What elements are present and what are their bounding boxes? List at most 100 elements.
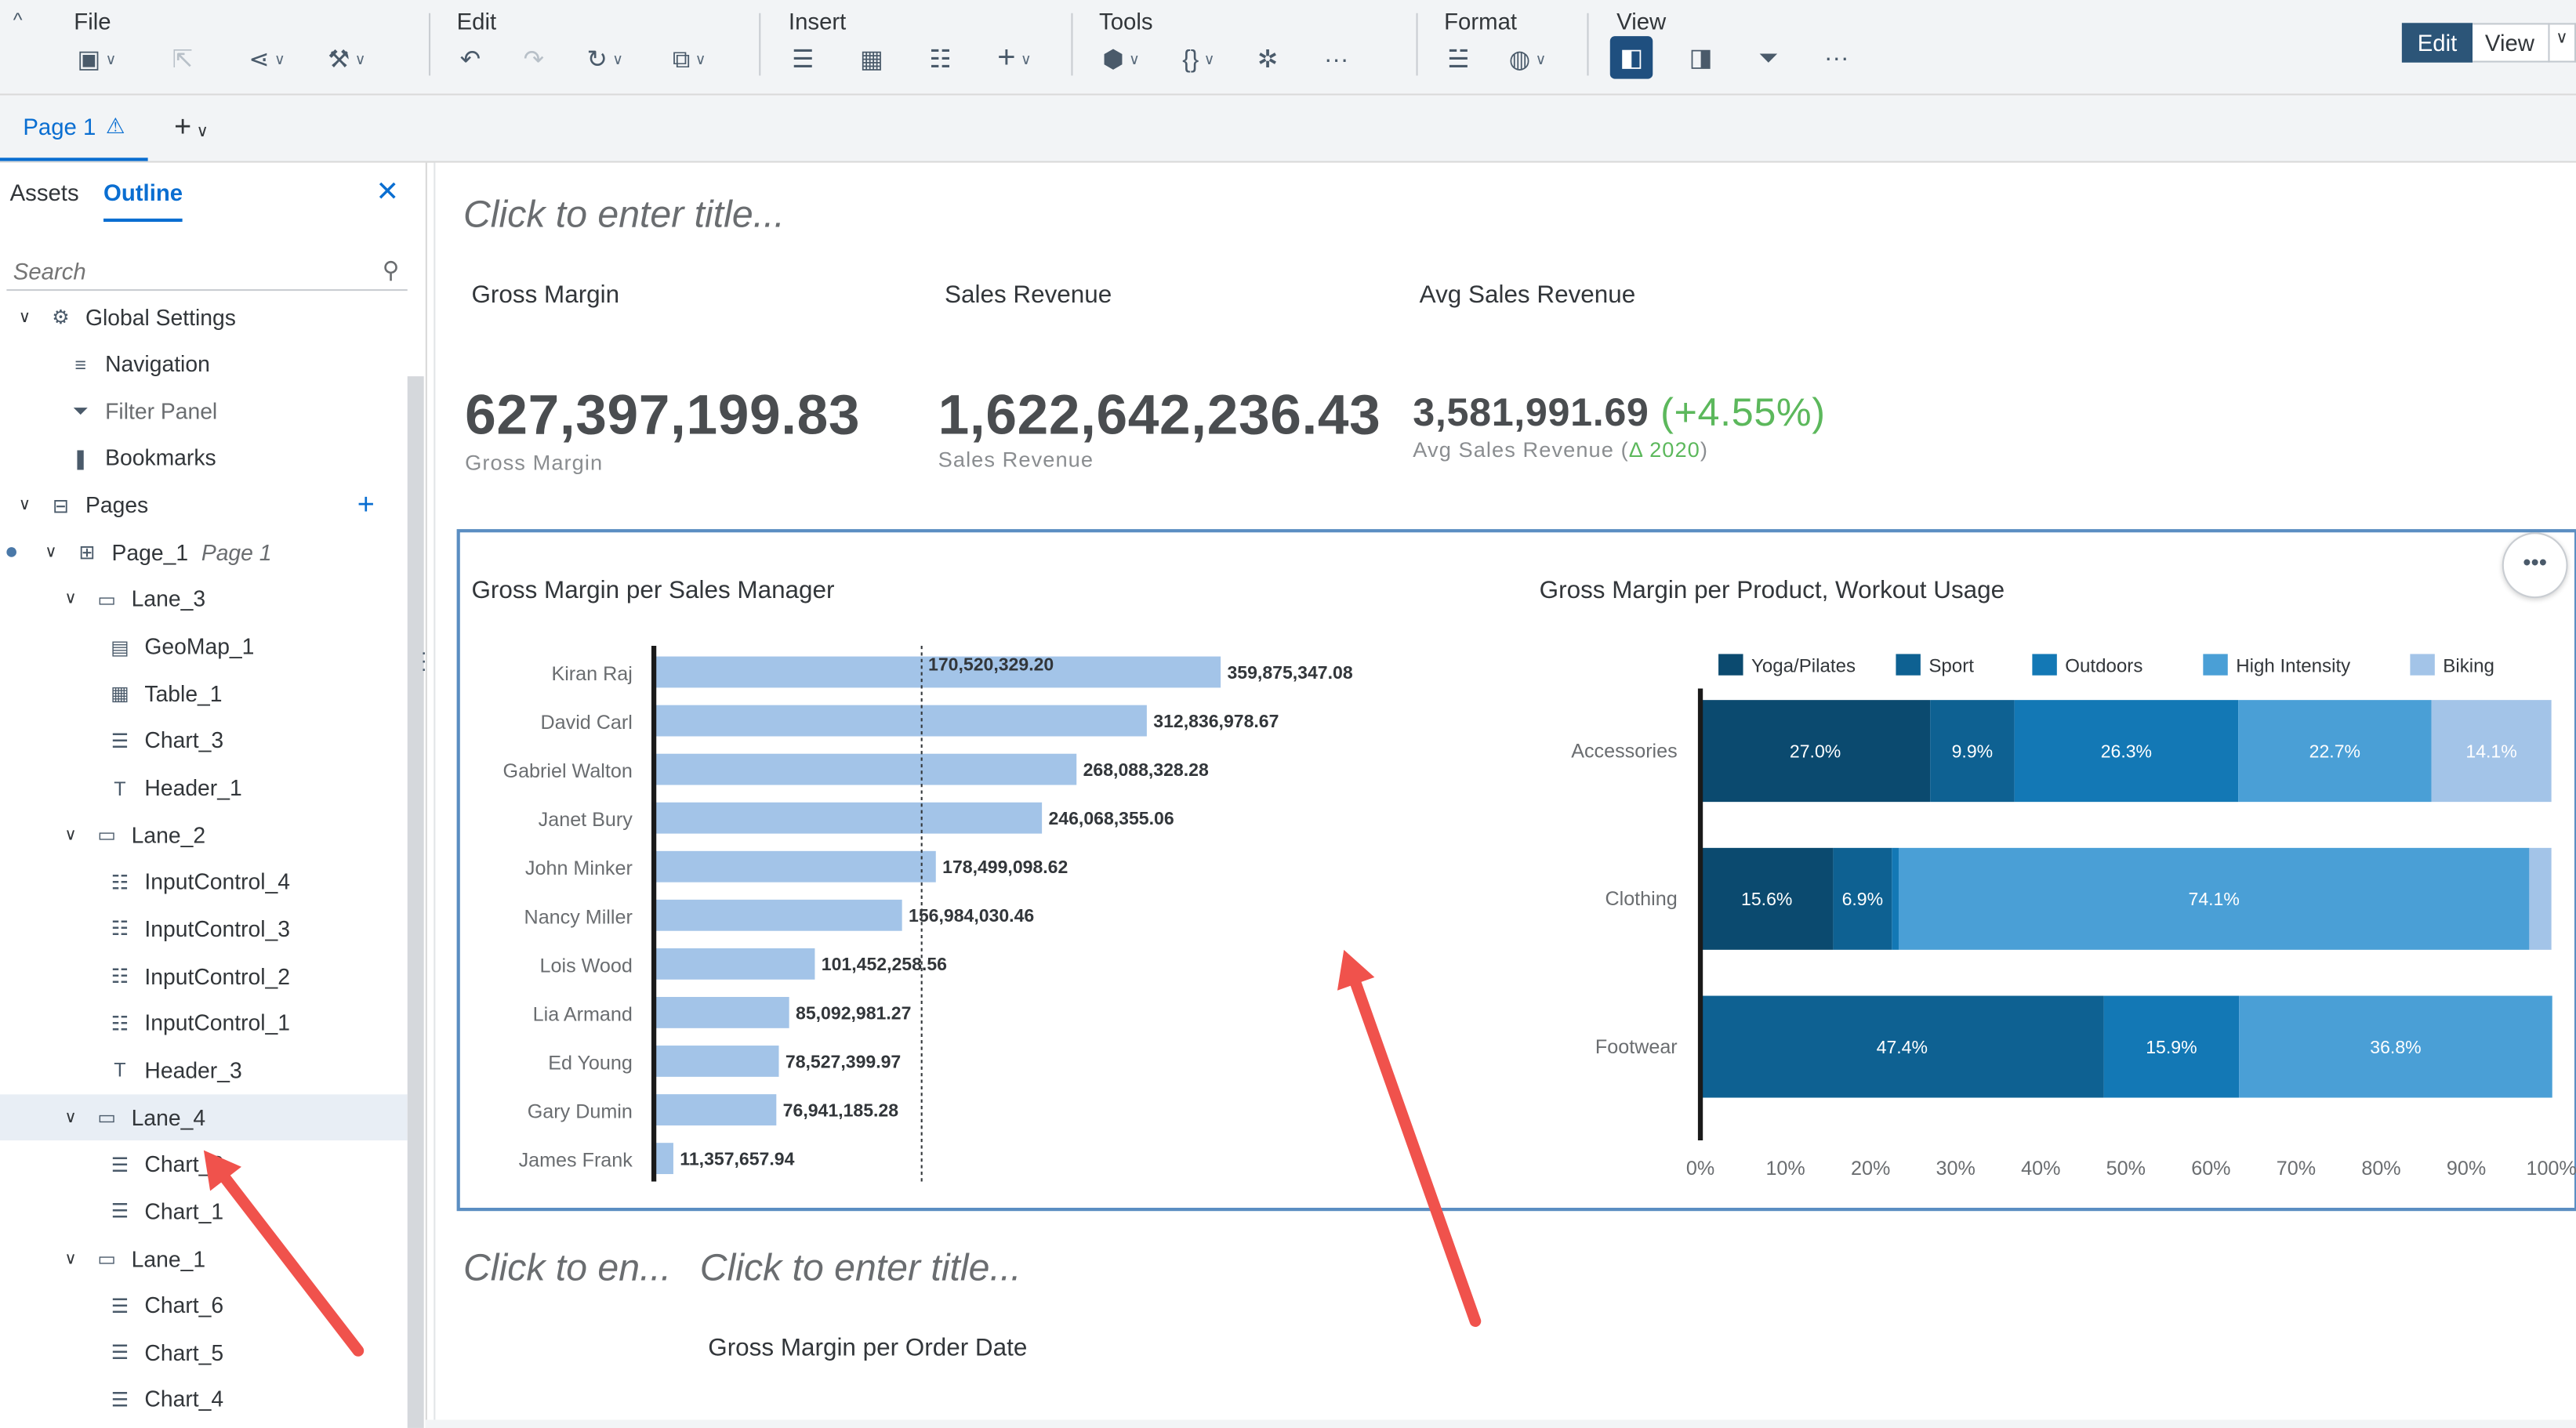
tree-item-label: Lane_3	[131, 587, 206, 612]
chevron-down-icon[interactable]: ∨	[59, 590, 82, 608]
collapse-toolbar-icon[interactable]: ^	[13, 8, 23, 31]
right-panel-toggle-icon[interactable]: ◨	[1679, 41, 1722, 74]
tab-page-1[interactable]: Page 1 ⚠	[0, 96, 148, 161]
menu-icon: ≡	[74, 353, 87, 376]
tree-item[interactable]: ∨ ⊟ Pages +	[0, 483, 408, 529]
insert-chart-icon[interactable]: ☰	[782, 43, 824, 76]
tree-item[interactable]: ☰ Chart_2	[0, 1141, 408, 1187]
toolbar-group-label: Format	[1444, 8, 1518, 35]
tree-item[interactable]: ☰ Chart_5	[0, 1330, 408, 1376]
tools-more-icon[interactable]: ···	[1314, 43, 1359, 76]
add-icon[interactable]: + ∨	[988, 41, 1042, 75]
outline-tree: ∨ ⚙ Global Settings ≡ Navigation ⏷ Filter Pane…	[0, 299, 408, 1428]
tree-item[interactable]: ☰ Chart_3	[0, 718, 408, 764]
bookmark-icon: ❚	[72, 447, 89, 470]
tree-item-label: Chart_3	[144, 728, 224, 753]
tree-item[interactable]: ☷ InputControl_3	[0, 906, 408, 952]
search-icon[interactable]: ⚲	[383, 256, 400, 285]
search-input[interactable]	[6, 252, 346, 290]
bar	[655, 753, 1077, 785]
kpi-title: Sales Revenue	[945, 281, 1112, 310]
chevron-down-icon[interactable]: ∨	[59, 1108, 82, 1126]
panel-scrollbar[interactable]	[407, 376, 424, 1428]
more-options-button[interactable]: •••	[2502, 532, 2568, 599]
tree-item[interactable]: ⏷ Filter Panel	[0, 388, 408, 434]
chart-icon: ☰	[111, 1153, 129, 1176]
tree-item[interactable]: ❚ Bookmarks	[0, 435, 408, 481]
chevron-down-icon[interactable]: ∨	[59, 1249, 82, 1267]
smart-insight-icon[interactable]: ✲	[1247, 43, 1288, 76]
format-layout-icon[interactable]: ☱	[1438, 43, 1479, 76]
chevron-down-icon[interactable]: ∨	[13, 496, 36, 514]
edit-mode-button[interactable]: Edit	[2402, 23, 2473, 63]
view-mode-button[interactable]: View	[2472, 23, 2549, 63]
chart-title: Gross Margin per Order Date	[708, 1334, 1028, 1363]
share-icon[interactable]: ⋖ ∨	[239, 43, 296, 76]
chevron-down-icon[interactable]: ∨	[13, 308, 36, 326]
tree-item[interactable]: ∨ ▭ Lane_2	[0, 812, 408, 858]
data-label: 26.3%	[2101, 741, 2152, 762]
bar-chart-sales-manager[interactable]: Kiran Raj 359,875,347.08 David Carl 312,836…	[435, 623, 1486, 1198]
legend-label: High Intensity	[2236, 656, 2350, 677]
panel-resize-handle[interactable]: · · ·	[420, 643, 426, 679]
left-panel-toggle-icon[interactable]: ◧	[1609, 36, 1653, 79]
legend-swatch	[2203, 654, 2228, 676]
tree-item[interactable]: ☷ InputControl_4	[0, 859, 408, 905]
tree-item[interactable]: ☰ Chart_6	[0, 1283, 408, 1329]
chevron-down-icon[interactable]: ∨	[39, 543, 62, 561]
tools-hexagon-icon[interactable]: ⬢ ∨	[1093, 43, 1150, 76]
refresh-icon[interactable]: ↻ ∨	[577, 43, 633, 76]
tree-item[interactable]: ☷ InputControl_1	[0, 1000, 408, 1046]
title-placeholder[interactable]: Click to enter title...	[700, 1245, 1021, 1290]
insert-input-control-icon[interactable]: ☷	[920, 43, 961, 76]
tree-item[interactable]: ∨ ▭ Lane_3	[0, 577, 408, 623]
filter-icon[interactable]: ⏷	[1749, 41, 1788, 74]
redo-icon[interactable]: ↷	[513, 43, 554, 76]
tree-item[interactable]: T Header_1	[0, 765, 408, 811]
tree-item[interactable]: ∨ ⚙ Global Settings	[0, 299, 408, 340]
script-braces-icon[interactable]: {} ∨	[1173, 43, 1225, 76]
tree-item-label: Chart_5	[144, 1340, 224, 1365]
story-canvas: Click to enter title... Gross Margin 627…	[203, 162, 2576, 1420]
tree-item[interactable]: ☰ Chart_4	[0, 1377, 408, 1423]
mode-dropdown-icon[interactable]: ∨	[2549, 23, 2576, 63]
bar	[655, 948, 815, 980]
tree-item[interactable]: T Header_3	[0, 1047, 408, 1093]
tab-outline[interactable]: Outline	[103, 179, 183, 223]
tree-item[interactable]: ∨ ▭ Lane_4	[0, 1094, 408, 1141]
add-page-icon[interactable]: +	[357, 488, 375, 523]
category-tick-label: Lois Wood	[540, 955, 633, 977]
tree-item[interactable]: ∨ ⊞ Page_1 Page 1	[0, 530, 408, 576]
close-icon[interactable]: ✕	[376, 176, 399, 208]
tree-item[interactable]: ∨ ▭ Lane_1	[0, 1236, 408, 1282]
lane-icon: ▭	[97, 588, 117, 611]
mode-switch: Edit View ∨	[2402, 23, 2576, 63]
insert-table-icon[interactable]: ▦	[850, 43, 893, 76]
kpi-subtitle: Avg Sales Revenue	[1413, 437, 1614, 462]
kpi-title: Avg Sales Revenue	[1419, 281, 1636, 310]
tree-item[interactable]: ▦ Table_1	[0, 671, 408, 717]
tree-item-label: Chart_1	[144, 1199, 224, 1224]
wrench-icon[interactable]: ⚒ ∨	[318, 43, 376, 76]
gear-icon: ⚙	[52, 305, 70, 329]
page-title-placeholder[interactable]: Click to enter title...	[463, 192, 785, 237]
export-icon[interactable]: ⇱	[162, 43, 203, 76]
add-page-button[interactable]: + ∨	[174, 110, 209, 144]
tree-item[interactable]: ▤ GeoMap_1	[0, 624, 408, 670]
stacked-bar-chart-product[interactable]: Yoga/Pilates Sport Outdoors High Intensity B…	[1487, 623, 2576, 1198]
save-icon[interactable]: ▣ ∨	[67, 43, 126, 76]
undo-icon[interactable]: ↶	[450, 43, 491, 76]
copy-icon[interactable]: ⧉ ∨	[662, 43, 716, 76]
palette-icon[interactable]: ◍ ∨	[1499, 43, 1556, 76]
tree-item[interactable]: ☷ InputControl_2	[0, 953, 408, 999]
tree-item[interactable]: ≡ Navigation	[0, 341, 408, 387]
bar	[655, 1094, 777, 1125]
data-label: 76,941,185.28	[783, 1100, 899, 1120]
view-more-icon[interactable]: ···	[1814, 41, 1859, 74]
chevron-down-icon[interactable]: ∨	[59, 826, 82, 844]
tree-item[interactable]: ☰ Chart_1	[0, 1189, 408, 1235]
title-placeholder[interactable]: Click to en...	[463, 1245, 671, 1290]
tab-assets[interactable]: Assets	[10, 179, 79, 206]
chart-icon: ☰	[111, 729, 129, 752]
tree-item-label: InputControl_1	[144, 1010, 291, 1036]
